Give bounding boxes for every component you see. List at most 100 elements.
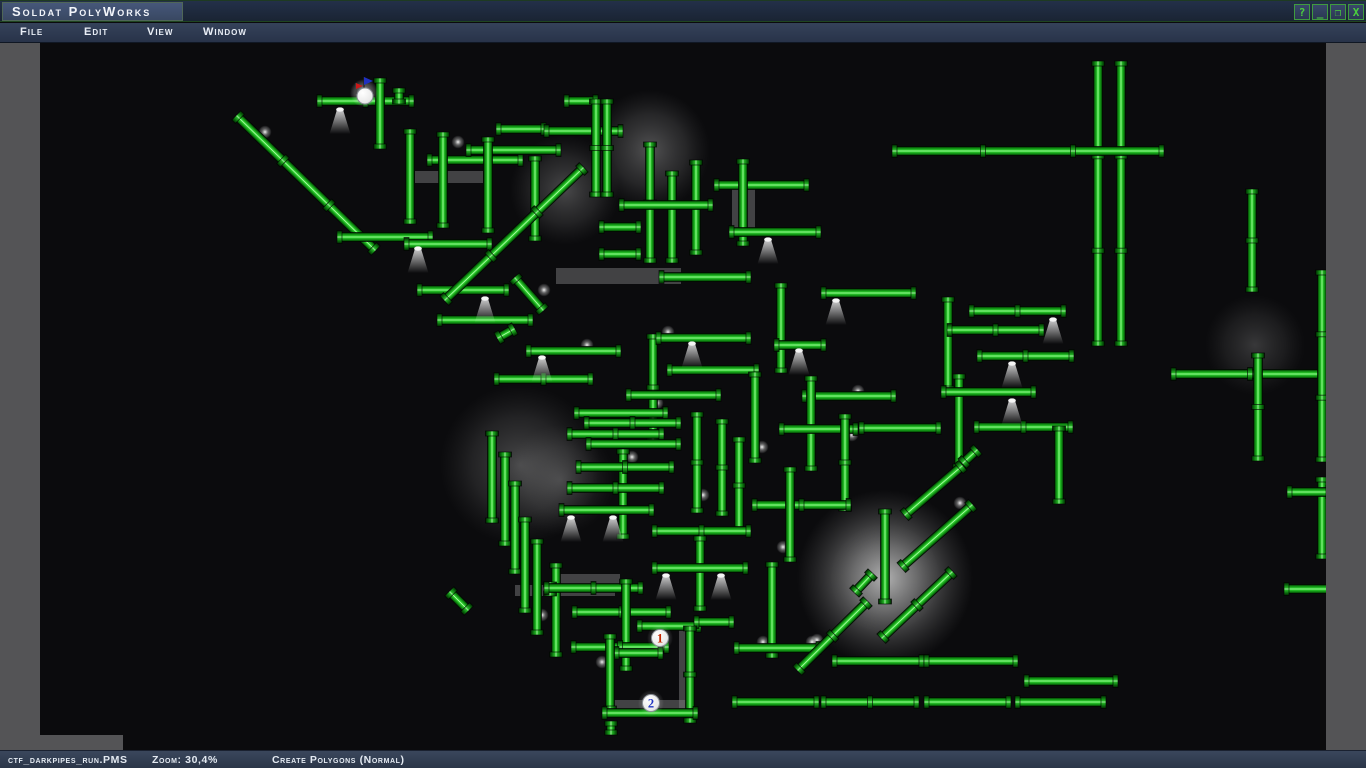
- menu-view[interactable]: View: [147, 26, 173, 38]
- pipe-polygon[interactable]: [486, 431, 499, 523]
- pipe-polygon[interactable]: [652, 525, 751, 538]
- pipe-polygon[interactable]: [714, 179, 809, 192]
- minimize-button[interactable]: _: [1312, 4, 1328, 20]
- pipe-polygon[interactable]: [437, 132, 450, 228]
- pipe-polygon[interactable]: [734, 642, 821, 655]
- map-canvas[interactable]: 12: [0, 43, 1366, 750]
- pipe-polygon[interactable]: [859, 422, 941, 435]
- pipe-polygon[interactable]: [1287, 486, 1331, 499]
- pipe-flange: [734, 642, 739, 655]
- pipe-polygon[interactable]: [626, 389, 721, 402]
- pipe-polygon[interactable]: [784, 467, 797, 562]
- glow-dot-scenery[interactable]: [538, 284, 551, 297]
- pipe-polygon[interactable]: [519, 517, 532, 613]
- pipe-polygon[interactable]: [716, 419, 729, 516]
- pipe-polygon[interactable]: [509, 481, 522, 574]
- pipe-polygon[interactable]: [604, 634, 617, 711]
- pipe-polygon[interactable]: [601, 99, 614, 197]
- pipe-polygon[interactable]: [586, 438, 681, 451]
- pipe-polygon[interactable]: [1246, 189, 1259, 292]
- pipe-polygon[interactable]: [531, 539, 544, 635]
- pipe-polygon[interactable]: [1252, 353, 1265, 461]
- pipe-flange: [942, 297, 955, 302]
- pipe-flange: [924, 655, 929, 668]
- pipe-polygon[interactable]: [619, 199, 713, 212]
- pipe-flange: [556, 144, 561, 157]
- pipe-polygon[interactable]: [1171, 368, 1329, 381]
- pipe-flange: [694, 536, 707, 541]
- pipe-polygon[interactable]: [694, 536, 707, 611]
- pipe-polygon[interactable]: [667, 364, 759, 377]
- pipe-polygon[interactable]: [499, 452, 512, 546]
- maximize-button[interactable]: ❐: [1330, 4, 1346, 20]
- pipe-polygon[interactable]: [482, 137, 495, 233]
- pipe-polygon[interactable]: [892, 145, 1164, 158]
- pipe-flange: [699, 525, 704, 538]
- pipe-flange: [1252, 353, 1265, 358]
- pipe-polygon[interactable]: [1053, 426, 1066, 504]
- pipe-polygon[interactable]: [1284, 583, 1333, 596]
- pipe-polygon[interactable]: [466, 144, 561, 157]
- pipe-polygon[interactable]: [805, 376, 818, 471]
- pipe-polygon[interactable]: [666, 171, 679, 263]
- pipe-polygon[interactable]: [567, 428, 664, 441]
- pipe-polygon[interactable]: [1092, 61, 1105, 346]
- pipe-polygon[interactable]: [969, 305, 1066, 318]
- pipe-polygon[interactable]: [733, 437, 746, 534]
- pipe-polygon[interactable]: [977, 350, 1074, 363]
- pipe-polygon[interactable]: [605, 721, 618, 735]
- status-zoom-level: Zoom: 30,4%: [152, 754, 218, 766]
- pipe-polygon[interactable]: [550, 563, 563, 657]
- pipe-polygon[interactable]: [393, 88, 406, 104]
- pipe-flange: [613, 482, 618, 495]
- pipe-polygon[interactable]: [947, 324, 1044, 337]
- pipe-polygon[interactable]: [584, 417, 681, 430]
- pipe-polygon[interactable]: [694, 616, 734, 629]
- pipe-flange: [591, 582, 596, 595]
- menu-window[interactable]: Window: [203, 26, 247, 38]
- pipe-polygon[interactable]: [732, 696, 819, 709]
- pipe-polygon[interactable]: [924, 655, 1018, 668]
- flag-marker-2[interactable]: 2: [638, 690, 664, 716]
- pipe-flange: [559, 504, 564, 517]
- help-button[interactable]: ?: [1294, 4, 1310, 20]
- pipe-polygon[interactable]: [775, 283, 788, 373]
- pipe-polygon[interactable]: [879, 509, 892, 604]
- pipe-polygon[interactable]: [1115, 61, 1128, 346]
- pipe-polygon[interactable]: [559, 504, 654, 517]
- pipe-polygon[interactable]: [656, 332, 751, 345]
- pipe-polygon[interactable]: [691, 412, 704, 513]
- pipe-polygon[interactable]: [1015, 696, 1106, 709]
- pipe-flange: [752, 499, 757, 512]
- glow-dot-scenery[interactable]: [452, 136, 465, 149]
- menu-file[interactable]: File: [20, 26, 43, 38]
- pipe-polygon[interactable]: [832, 655, 924, 668]
- pipe-polygon[interactable]: [839, 414, 852, 511]
- pipe-polygon[interactable]: [652, 562, 748, 575]
- pipe-polygon[interactable]: [576, 461, 674, 474]
- pipe-polygon[interactable]: [729, 226, 821, 239]
- scenery-shadow[interactable]: [415, 171, 483, 183]
- pipe-polygon[interactable]: [924, 696, 1011, 709]
- title-bar[interactable]: Soldat PolyWorks ? _ ❐ X: [0, 0, 1366, 22]
- pipe-polygon[interactable]: [567, 482, 664, 495]
- close-button[interactable]: X: [1348, 4, 1364, 20]
- pipe-polygon[interactable]: [404, 129, 417, 224]
- pipe-polygon[interactable]: [821, 287, 916, 300]
- pipe-flange: [1248, 368, 1253, 381]
- pipe-polygon[interactable]: [659, 271, 751, 284]
- pipe-polygon[interactable]: [802, 390, 896, 403]
- menu-edit[interactable]: Edit: [84, 26, 108, 38]
- pipe-polygon[interactable]: [496, 123, 546, 136]
- flag-marker-number: 1: [657, 632, 663, 646]
- pipe-polygon[interactable]: [821, 696, 919, 709]
- pipe-flange: [437, 314, 442, 327]
- pipe-flange: [1284, 583, 1289, 596]
- pipe-polygon[interactable]: [599, 221, 641, 234]
- pipe-polygon[interactable]: [529, 156, 542, 241]
- pipe-polygon[interactable]: [752, 499, 851, 512]
- pipe-polygon[interactable]: [1024, 675, 1118, 688]
- flag-marker-1[interactable]: 1: [647, 625, 673, 651]
- pipe-polygon[interactable]: [599, 248, 641, 261]
- pipe-polygon[interactable]: [749, 372, 762, 463]
